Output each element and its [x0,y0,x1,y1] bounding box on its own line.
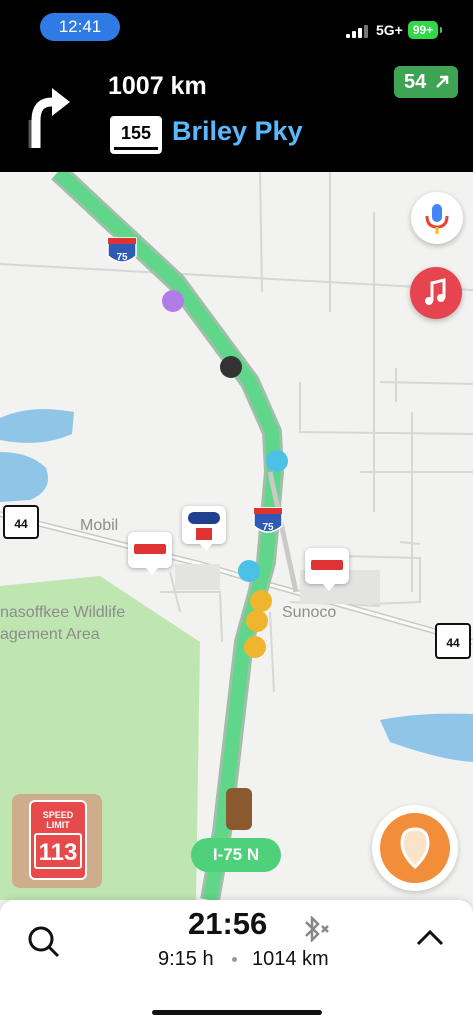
speed-limit-value: 113 [34,833,82,869]
interstate-shield-mid: 75 [253,507,283,533]
network-label: 5G+ [376,22,403,38]
wazer-icon[interactable] [250,590,272,612]
poi-marker-ad[interactable] [128,532,172,575]
sr44-shield-left: 44 [3,505,39,539]
park-label-line1: nasoffkee Wildlife [0,604,126,621]
bluetooth-off-icon [305,916,329,942]
map-view[interactable]: 75 75 44 44 Mobil Sunoco nasoffkee Wildl… [0,172,473,900]
microphone-icon [425,204,449,234]
wazer-icon[interactable] [244,636,266,658]
wazer-icon[interactable] [162,290,184,312]
voice-search-button[interactable] [411,192,463,244]
poi-label-sunoco: Sunoco [282,604,337,621]
arrow-up-right-icon [436,75,449,88]
report-pin-icon [400,827,430,870]
status-bar: 12:41 5G+ 99+ [0,0,473,52]
current-speed-badge: 54 [394,66,458,98]
car-position-icon [226,788,252,830]
speed-limit-title: SPEED LIMIT [42,810,74,830]
wazer-icon[interactable] [246,610,268,632]
wazer-icon[interactable] [266,450,288,472]
signal-icon [346,24,372,38]
battery-icon: 99+ [408,21,442,39]
sr44-shield-right: 44 [435,623,471,659]
music-button[interactable] [410,267,462,319]
sr44-left-label: 44 [14,517,28,531]
current-speed: 54 [404,71,427,93]
report-button-inner [380,813,450,883]
i75-shield-mid-label: 75 [262,522,274,533]
next-street-name: Briley Pky [172,116,303,146]
trip-distance: 1014 km [252,948,329,970]
status-time: 12:41 [40,13,120,41]
interstate-shield-top: 75 [107,237,137,263]
speed-limit-panel: SPEED LIMIT 113 [29,800,87,880]
wazer-icon[interactable] [238,560,260,582]
turn-right-arrow-icon [28,88,70,148]
speed-limit-sign: SPEED LIMIT 113 [12,794,102,888]
separator-dot [232,957,237,962]
navigation-instruction[interactable]: 1007 km 155 Briley Pky 54 [0,52,473,172]
i75-shield-top-label: 75 [116,252,128,263]
poi-marker-ad-right[interactable] [305,548,349,591]
report-button[interactable] [372,805,458,891]
trip-duration: 9:15 h [158,948,214,970]
search-icon[interactable] [26,924,62,960]
wazer-icon[interactable] [220,356,242,378]
poi-label-mobil: Mobil [80,517,119,534]
turn-distance: 1007 km [108,72,207,100]
chevron-up-icon[interactable] [416,928,444,946]
current-road-label: I-75 N [191,838,281,872]
music-note-icon [425,278,446,305]
arrival-time: 21:56 [188,906,268,941]
route-shield: 155 [110,116,162,154]
sr44-right-label: 44 [446,636,460,650]
park-label-line2: agement Area [0,626,100,643]
home-indicator [152,1010,322,1015]
trip-summary-bar[interactable]: 21:56 9:15 h 1014 km [0,900,473,1024]
poi-marker-pedialyte[interactable] [182,506,226,551]
